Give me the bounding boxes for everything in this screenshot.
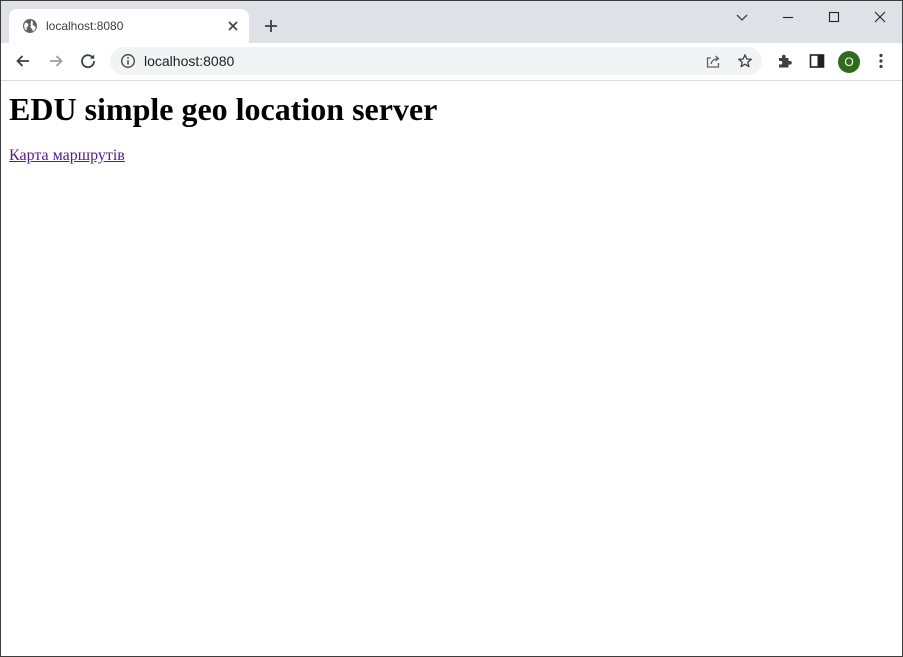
tab-close-icon[interactable]	[225, 18, 241, 34]
minimize-icon[interactable]	[776, 5, 800, 29]
new-tab-button[interactable]	[261, 16, 281, 36]
avatar[interactable]: O	[838, 51, 860, 73]
arrow-right-icon[interactable]	[46, 51, 66, 71]
tab-active[interactable]: localhost:8080	[9, 9, 249, 43]
puzzle-icon[interactable]	[775, 51, 795, 71]
close-icon[interactable]	[868, 5, 892, 29]
maximize-icon[interactable]	[822, 5, 846, 29]
info-icon[interactable]	[120, 53, 136, 69]
reload-icon[interactable]	[78, 51, 98, 71]
arrow-left-icon[interactable]	[13, 51, 33, 71]
browser-toolbar: localhost:8080 O	[1, 43, 902, 81]
tab-strip: localhost:8080	[1, 1, 902, 43]
page-title: EDU simple geo location server	[9, 91, 438, 127]
browser-window: localhost:8080 localhost:8080 O EDU simp…	[0, 0, 903, 657]
address-bar[interactable]: localhost:8080	[110, 47, 762, 75]
address-url[interactable]: localhost:8080	[144, 53, 234, 69]
page-content: EDU simple geo location server Карта мар…	[1, 81, 902, 656]
route-map-link[interactable]: Карта маршрутів	[9, 147, 125, 165]
share-icon[interactable]	[705, 53, 721, 69]
tab-title: localhost:8080	[46, 19, 124, 33]
side-panel-icon[interactable]	[807, 51, 827, 71]
tab-search-chevron-down-icon[interactable]	[730, 5, 754, 29]
globe-icon	[22, 18, 38, 34]
star-icon[interactable]	[737, 53, 753, 69]
kebab-menu-icon[interactable]	[871, 51, 891, 71]
